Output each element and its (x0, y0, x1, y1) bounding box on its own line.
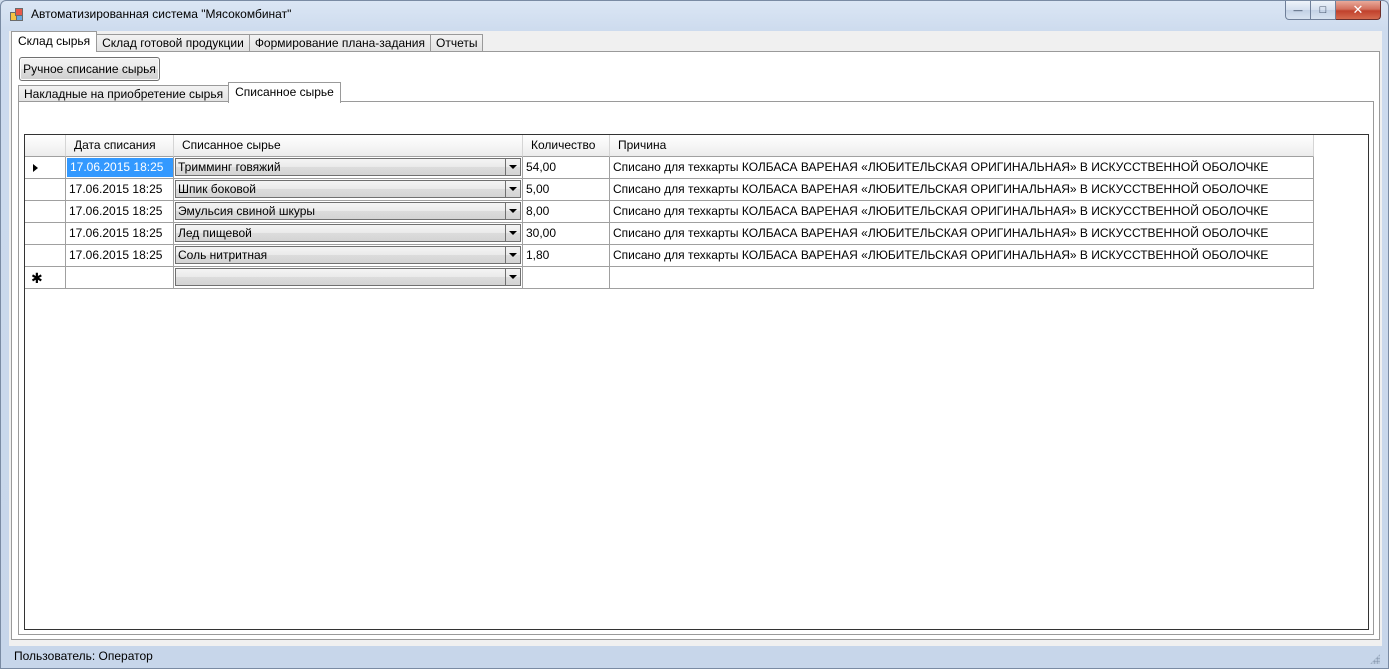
minimize-button[interactable]: — (1285, 1, 1311, 20)
material-value: Соль нитритная (178, 248, 268, 262)
new-row[interactable]: ✱ (25, 267, 1314, 289)
material-cell[interactable]: Тримминг говяжий (174, 157, 523, 179)
tab-plan-forming[interactable]: Формирование плана-задания (248, 34, 431, 52)
row-header[interactable]: ✱ (25, 267, 66, 289)
material-combo[interactable]: Шпик боковой (175, 180, 521, 198)
table-row[interactable]: 17.06.2015 18:25 Соль нитритная 1,80 Спи… (25, 245, 1314, 267)
material-value: Тримминг говяжий (178, 160, 281, 174)
dropdown-arrow-icon[interactable] (505, 203, 520, 219)
date-cell[interactable] (66, 267, 174, 289)
dropdown-arrow-icon[interactable] (505, 159, 520, 175)
table-row[interactable]: 17.06.2015 18:25 Тримминг говяжий 54,00 … (25, 157, 1314, 179)
selected-date-value: 17.06.2015 18:25 (67, 158, 173, 177)
app-icon[interactable] (10, 8, 24, 22)
tab-written-off[interactable]: Списанное сырье (228, 82, 341, 103)
row-header[interactable] (25, 245, 66, 267)
qty-cell[interactable]: 5,00 (523, 179, 610, 201)
reason-cell[interactable]: Списано для техкарты КОЛБАСА ВАРЕНАЯ «ЛЮ… (610, 245, 1314, 267)
column-header-material[interactable]: Списанное сырье (174, 135, 523, 157)
tab-reports[interactable]: Отчеты (430, 34, 484, 52)
material-combo[interactable]: Лед пищевой (175, 224, 521, 242)
title-bar[interactable]: Автоматизированная система "Мясокомбинат… (1, 1, 1388, 29)
date-cell[interactable]: 17.06.2015 18:25 (66, 157, 174, 179)
material-combo[interactable]: Эмульсия свиной шкуры (175, 202, 521, 220)
material-combo[interactable]: Тримминг говяжий (175, 158, 521, 176)
status-user-label: Пользователь: Оператор (14, 649, 153, 663)
row-header[interactable] (25, 179, 66, 201)
reason-cell[interactable]: Списано для техкарты КОЛБАСА ВАРЕНАЯ «ЛЮ… (610, 179, 1314, 201)
material-cell[interactable] (174, 267, 523, 289)
qty-cell[interactable]: 30,00 (523, 223, 610, 245)
material-value: Шпик боковой (178, 182, 257, 196)
date-cell[interactable]: 17.06.2015 18:25 (66, 223, 174, 245)
table-row[interactable]: 17.06.2015 18:25 Шпик боковой 5,00 Списа… (25, 179, 1314, 201)
status-bar: Пользователь: Оператор (9, 646, 1382, 666)
dropdown-arrow-icon[interactable] (505, 181, 520, 197)
table-row[interactable]: 17.06.2015 18:25 Эмульсия свиной шкуры 8… (25, 201, 1314, 223)
qty-cell[interactable]: 8,00 (523, 201, 610, 223)
maximize-button[interactable]: □ (1311, 1, 1336, 20)
dropdown-arrow-icon[interactable] (505, 247, 520, 263)
window-title: Автоматизированная система "Мясокомбинат… (31, 7, 292, 21)
material-combo[interactable]: Соль нитритная (175, 246, 521, 264)
writeoff-grid[interactable]: Дата списания Списанное сырье Количество… (24, 134, 1369, 630)
date-cell[interactable]: 17.06.2015 18:25 (66, 245, 174, 267)
current-row-icon (33, 164, 38, 172)
dropdown-arrow-icon[interactable] (505, 225, 520, 241)
grid-header-row: Дата списания Списанное сырье Количество… (25, 135, 1314, 157)
maximize-icon: □ (1319, 4, 1327, 16)
manual-writeoff-button[interactable]: Ручное списание сырья (19, 57, 160, 81)
reason-cell[interactable]: Списано для техкарты КОЛБАСА ВАРЕНАЯ «ЛЮ… (610, 157, 1314, 179)
sub-tabstrip: Накладные на приобретение сырья Списанно… (18, 82, 341, 103)
column-header-reason[interactable]: Причина (610, 135, 1314, 157)
qty-cell[interactable]: 1,80 (523, 245, 610, 267)
tab-raw-warehouse[interactable]: Склад сырья (11, 31, 98, 52)
date-cell[interactable]: 17.06.2015 18:25 (66, 201, 174, 223)
client-area: Склад сырья Склад готовой продукции Форм… (9, 31, 1382, 646)
material-value: Эмульсия свиной шкуры (178, 204, 315, 218)
row-header[interactable] (25, 223, 66, 245)
qty-cell[interactable]: 54,00 (523, 157, 610, 179)
app-window: Автоматизированная система "Мясокомбинат… (0, 0, 1389, 669)
row-header[interactable] (25, 201, 66, 223)
tabpage-raw-warehouse: Ручное списание сырья Накладные на приоб… (11, 51, 1380, 640)
column-header-date[interactable]: Дата списания (66, 135, 174, 157)
minimize-icon: — (1293, 5, 1303, 15)
reason-cell[interactable]: Списано для техкарты КОЛБАСА ВАРЕНАЯ «ЛЮ… (610, 201, 1314, 223)
qty-cell[interactable] (523, 267, 610, 289)
resize-grip-icon[interactable] (1370, 654, 1380, 664)
row-header-corner[interactable] (25, 135, 66, 157)
material-cell[interactable]: Соль нитритная (174, 245, 523, 267)
close-button[interactable]: ✕ (1336, 1, 1381, 20)
material-cell[interactable]: Шпик боковой (174, 179, 523, 201)
tabpage-written-off: Дата списания Списанное сырье Количество… (18, 101, 1374, 635)
tab-finished-goods[interactable]: Склад готовой продукции (96, 34, 250, 52)
table-row[interactable]: 17.06.2015 18:25 Лед пищевой 30,00 Списа… (25, 223, 1314, 245)
material-cell[interactable]: Эмульсия свиной шкуры (174, 201, 523, 223)
dropdown-arrow-icon[interactable] (505, 269, 520, 285)
reason-cell[interactable]: Списано для техкарты КОЛБАСА ВАРЕНАЯ «ЛЮ… (610, 223, 1314, 245)
row-header[interactable] (25, 157, 66, 179)
close-icon: ✕ (1352, 2, 1364, 17)
reason-cell[interactable] (610, 267, 1314, 289)
main-tabstrip: Склад сырья Склад готовой продукции Форм… (11, 31, 484, 52)
column-header-qty[interactable]: Количество (523, 135, 610, 157)
new-row-icon: ✱ (31, 270, 43, 286)
date-cell[interactable]: 17.06.2015 18:25 (66, 179, 174, 201)
material-value: Лед пищевой (178, 226, 252, 240)
material-combo[interactable] (175, 268, 521, 286)
material-cell[interactable]: Лед пищевой (174, 223, 523, 245)
